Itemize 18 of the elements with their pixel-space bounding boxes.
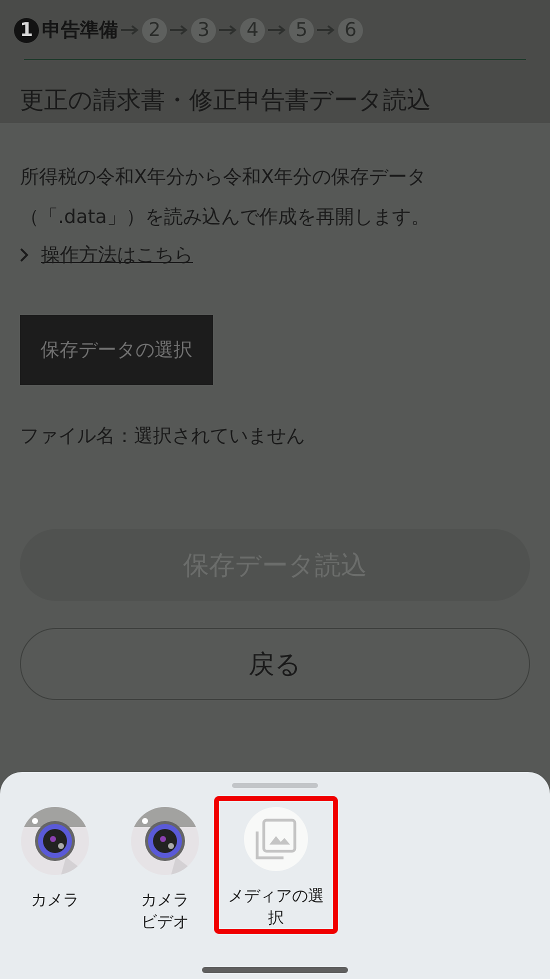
- app-label: カメラ: [30, 889, 80, 911]
- arrow-icon: [316, 24, 336, 36]
- arrow-icon: [267, 24, 287, 36]
- description-text: 所得税の令和X年分から令和X年分の保存データ（「.data」）を読み込んで作成を再開します。: [20, 165, 431, 230]
- arrow-icon: [218, 24, 238, 36]
- drag-handle[interactable]: [232, 783, 318, 788]
- app-label: メディアの選択: [227, 885, 325, 929]
- file-name-text: ファイル名：選択されていません: [20, 424, 306, 449]
- gallery-icon[interactable]: [242, 807, 310, 871]
- select-data-button[interactable]: 保存データの選択: [20, 315, 213, 385]
- chevron-icon: [20, 248, 29, 262]
- navigation-bar[interactable]: [202, 967, 348, 973]
- arrow-icon: [169, 24, 189, 36]
- step-number: 1: [14, 18, 39, 42]
- app-label: カメラビデオ: [140, 889, 190, 933]
- help-link[interactable]: 操作方法はこちら: [41, 242, 193, 268]
- arrow-icon: [120, 24, 140, 36]
- back-button[interactable]: 戻る: [20, 628, 530, 700]
